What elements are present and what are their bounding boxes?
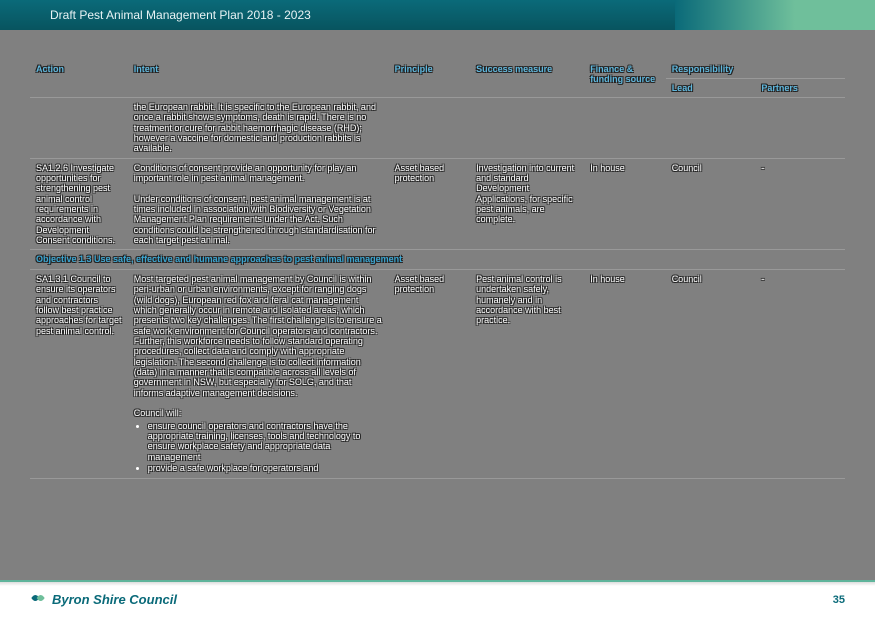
footer-brand: Byron Shire Council xyxy=(52,592,177,607)
doc-title: Draft Pest Animal Management Plan 2018 -… xyxy=(50,8,311,22)
logo-icon xyxy=(30,590,46,609)
bullet: provide a safe workplace for operators a… xyxy=(148,463,383,473)
action-cell: SA1.3.1 Council to ensure its operators … xyxy=(30,269,128,479)
lead-cell: Council xyxy=(666,158,756,250)
col-principle: Principle xyxy=(389,60,471,98)
intent-cell: Under conditions of consent, pest animal… xyxy=(134,194,376,245)
success-cell: Pest animal control is undertaken safely… xyxy=(470,269,584,479)
partners-cell: - xyxy=(755,158,845,250)
objective-row: Objective 1.3 Use safe, effective and hu… xyxy=(30,250,845,269)
principle-cell: Asset based protection xyxy=(389,269,471,479)
table-row: SA1.2.6 Investigate opportunities for st… xyxy=(30,158,845,250)
col-intent: Intent xyxy=(128,60,389,98)
page-number: 35 xyxy=(833,594,845,606)
table-row: SA1.3.1 Council to ensure its operators … xyxy=(30,269,845,479)
finance-cell: In house xyxy=(584,269,666,479)
footer: Byron Shire Council 35 xyxy=(0,580,875,619)
principle-cell: Asset based protection xyxy=(389,158,471,250)
col-resp: Responsibility xyxy=(666,60,845,79)
intent-cell: Conditions of consent provide an opportu… xyxy=(134,163,357,183)
plan-table: Action Intent Principle Success measure … xyxy=(30,60,845,479)
col-partners: Partners xyxy=(755,79,845,98)
bullet: ensure council operators and contractors… xyxy=(148,421,383,462)
header-accent xyxy=(675,0,875,30)
col-finance: Finance & funding source xyxy=(584,60,666,98)
col-success: Success measure xyxy=(470,60,584,98)
intent-cell: the European rabbit. It is specific to t… xyxy=(128,98,389,159)
table-row: the European rabbit. It is specific to t… xyxy=(30,98,845,159)
success-cell: Investigation into current and standard … xyxy=(470,158,584,250)
finance-cell: In house xyxy=(584,158,666,250)
intent-cell: Most targeted pest animal management by … xyxy=(134,274,382,398)
intent-cell: Council will: xyxy=(134,408,182,418)
partners-cell: - xyxy=(755,269,845,479)
action-cell: SA1.2.6 Investigate opportunities for st… xyxy=(30,158,128,250)
col-action: Action xyxy=(30,60,128,98)
col-lead: Lead xyxy=(666,79,756,98)
lead-cell: Council xyxy=(666,269,756,479)
